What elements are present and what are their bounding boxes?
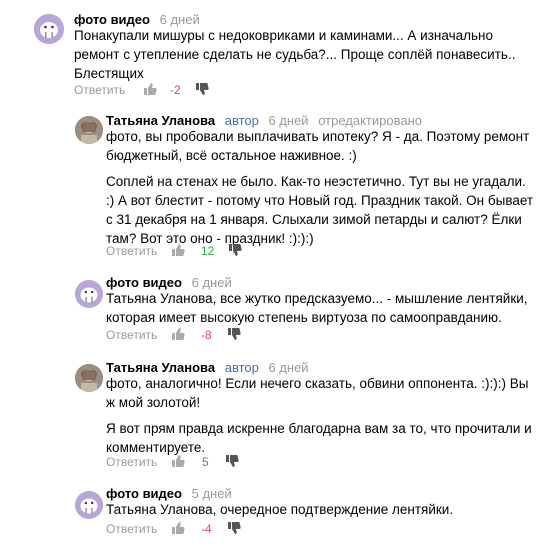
user-photo-icon <box>75 364 103 392</box>
comment-author[interactable]: фото видео <box>106 486 182 501</box>
edited-label: отредактировано <box>318 113 422 128</box>
comment-text: Понакупали мишуры с недоковриками и ками… <box>74 28 516 81</box>
avatar[interactable] <box>75 491 103 519</box>
avatar[interactable] <box>75 280 103 308</box>
comment-date: 6 дней <box>268 360 309 375</box>
vote-score: -8 <box>201 328 212 342</box>
comment-date: 6 дней <box>191 275 232 290</box>
reply-button[interactable]: Ответить <box>106 522 157 536</box>
comment-author[interactable]: фото видео <box>106 275 182 290</box>
walrus-avatar-icon <box>75 280 103 308</box>
comment-text: Татьяна Уланова, все жутко предсказуемо.… <box>106 291 528 325</box>
comment-actions: Ответить 12 <box>106 243 256 259</box>
thumbs-down-icon[interactable] <box>227 521 241 535</box>
comment-actions: Ответить -8 <box>106 327 256 343</box>
thumbs-up-icon[interactable] <box>171 327 185 341</box>
comment-actions: Ответить -2 <box>74 82 224 98</box>
comment-date: 6 дней <box>268 113 309 128</box>
comment-date: 6 дней <box>159 12 200 27</box>
vote-score: -2 <box>170 83 181 97</box>
walrus-avatar-icon <box>34 14 64 44</box>
comment-author[interactable]: Татьяна Уланова <box>106 113 215 128</box>
comment-author[interactable]: Татьяна Уланова <box>106 360 215 375</box>
avatar[interactable] <box>75 364 103 392</box>
vote-score: 5 <box>202 455 209 469</box>
comment-actions: Ответить -4 <box>106 521 256 537</box>
vote-score: 12 <box>201 244 215 258</box>
avatar[interactable] <box>34 14 64 44</box>
reply-button[interactable]: Ответить <box>106 455 157 469</box>
user-photo-icon <box>75 116 103 144</box>
thumbs-up-icon[interactable] <box>171 454 185 468</box>
thumbs-up-icon[interactable] <box>171 521 185 535</box>
thumbs-down-icon[interactable] <box>225 454 239 468</box>
author-badge: автор <box>224 360 259 375</box>
vote-score: -4 <box>201 522 212 536</box>
thumbs-down-icon[interactable] <box>228 243 242 257</box>
avatar[interactable] <box>75 116 103 144</box>
comment-text: фото, аналогично! Если нечего сказать, о… <box>106 376 532 455</box>
reply-button[interactable]: Ответить <box>106 328 157 342</box>
author-badge: автор <box>224 113 259 128</box>
comment-actions: Ответить 5 <box>106 454 256 470</box>
comment-author[interactable]: фото видео <box>74 12 150 27</box>
reply-button[interactable]: Ответить <box>106 244 157 258</box>
thumbs-down-icon[interactable] <box>227 327 241 341</box>
comment-text: фото, вы пробовали выплачивать ипотеку? … <box>106 129 534 246</box>
thumbs-up-icon[interactable] <box>143 82 157 96</box>
comment-date: 5 дней <box>191 486 232 501</box>
thumbs-up-icon[interactable] <box>171 243 185 257</box>
reply-button[interactable]: Ответить <box>74 83 125 97</box>
comment-text: Татьяна Уланова, очередное подтверждение… <box>106 502 454 517</box>
thumbs-down-icon[interactable] <box>195 82 209 96</box>
walrus-avatar-icon <box>75 491 103 519</box>
